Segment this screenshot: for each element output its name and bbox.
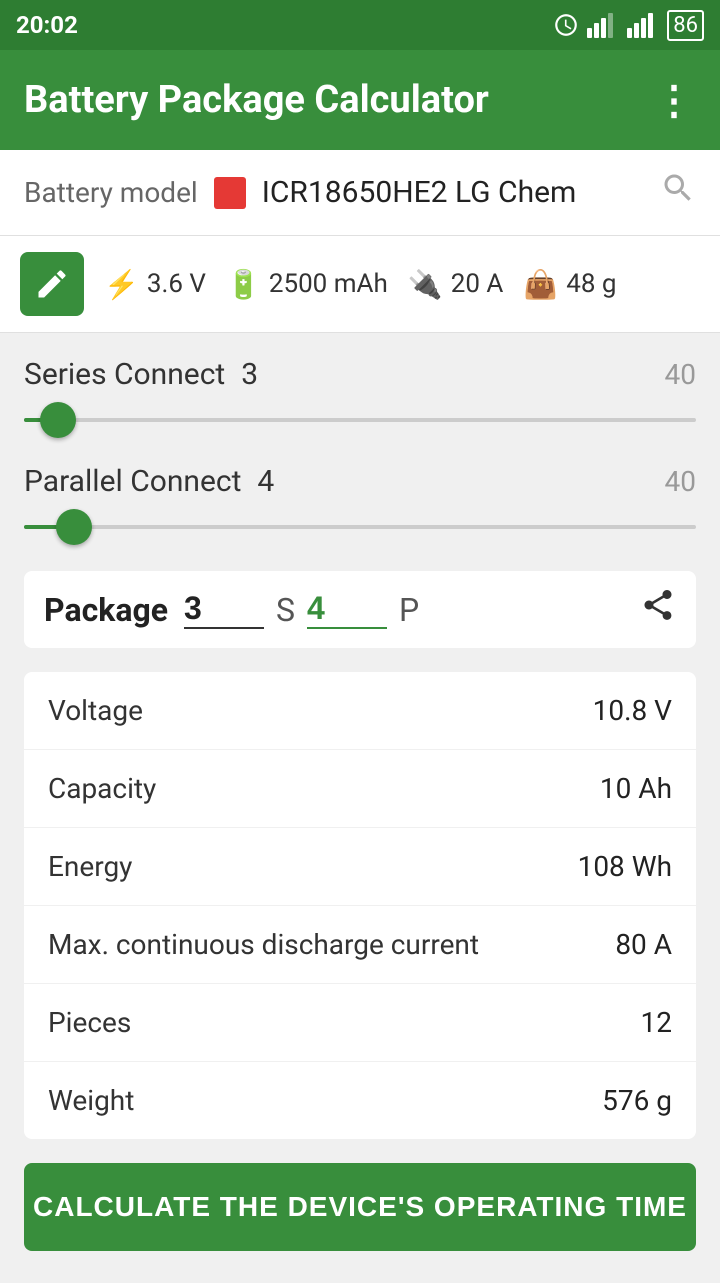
series-connect-row: Series Connect 3 40 <box>24 357 696 440</box>
alarm-icon <box>553 12 579 38</box>
result-row: Capacity 10 Ah <box>24 750 696 828</box>
calculate-button[interactable]: CALCULATE THE DEVICE'S OPERATING TIME <box>24 1163 696 1251</box>
voltage-value: 3.6 V <box>147 269 206 299</box>
voltage-icon: ⚡ <box>104 268 139 301</box>
results-section: Voltage 10.8 V Capacity 10 Ah Energy 108 Wh Ma… <box>24 672 696 1139</box>
parallel-slider-track <box>24 525 696 529</box>
result-label: Pieces <box>48 1006 131 1039</box>
parallel-max: 40 <box>665 465 696 498</box>
spec-weight: 👜 48 g <box>523 268 616 301</box>
app-bar: Battery Package Calculator ⋮ <box>0 50 720 150</box>
current-value: 20 A <box>451 269 504 299</box>
spec-voltage: ⚡ 3.6 V <box>104 268 206 301</box>
model-name: ICR18650HE2 LG Chem <box>262 175 644 210</box>
result-row: Voltage 10.8 V <box>24 672 696 750</box>
series-label: Series Connect <box>24 357 225 392</box>
package-p-sep: P <box>399 591 419 629</box>
charge-icon: 🔌 <box>408 268 443 301</box>
main-content: Series Connect 3 40 Parallel Connect 4 4… <box>0 333 720 1283</box>
signal-icon <box>587 12 619 38</box>
result-row: Energy 108 Wh <box>24 828 696 906</box>
result-value: 10 Ah <box>600 772 672 805</box>
package-series-input[interactable]: 3 <box>184 590 264 629</box>
status-time: 20:02 <box>16 11 78 39</box>
share-button[interactable] <box>640 587 676 632</box>
result-value: 10.8 V <box>593 694 672 727</box>
parallel-value: 4 <box>257 464 274 499</box>
series-slider-thumb[interactable] <box>40 402 76 438</box>
package-s-sep: S <box>276 591 295 629</box>
app-menu-button[interactable]: ⋮ <box>654 77 696 124</box>
capacity-value: 2500 mAh <box>269 269 388 299</box>
result-value: 576 g <box>602 1084 672 1117</box>
status-icons: 86 <box>553 10 704 41</box>
weight-icon: 👜 <box>523 268 558 301</box>
parallel-slider-container[interactable] <box>24 507 696 547</box>
parallel-connect-row: Parallel Connect 4 40 <box>24 464 696 547</box>
model-color-swatch <box>214 177 246 209</box>
series-slider-track <box>24 418 696 422</box>
specs-row: ⚡ 3.6 V 🔋 2500 mAh 🔌 20 A 👜 48 g <box>0 236 720 333</box>
result-value: 80 A <box>615 928 672 961</box>
spec-current: 🔌 20 A <box>408 268 504 301</box>
model-label: Battery model <box>24 176 198 209</box>
search-button[interactable] <box>660 170 696 215</box>
result-row: Pieces 12 <box>24 984 696 1062</box>
result-value: 12 <box>641 1006 672 1039</box>
battery-model-row: Battery model ICR18650HE2 LG Chem <box>0 150 720 236</box>
weight-value: 48 g <box>566 269 616 299</box>
parallel-slider-thumb[interactable] <box>56 509 92 545</box>
result-label: Voltage <box>48 694 143 727</box>
result-value: 108 Wh <box>578 850 672 883</box>
result-row: Max. continuous discharge current 80 A <box>24 906 696 984</box>
status-bar: 20:02 86 <box>0 0 720 50</box>
result-label: Max. continuous discharge current <box>48 928 479 961</box>
package-row: Package 3 S 4 P <box>24 571 696 648</box>
series-max: 40 <box>665 358 696 391</box>
edit-button[interactable] <box>20 252 84 316</box>
series-slider-container[interactable] <box>24 400 696 440</box>
series-value: 3 <box>241 357 258 392</box>
result-label: Weight <box>48 1084 134 1117</box>
battery-icon: 🔋 <box>226 268 261 301</box>
signal2-icon <box>627 12 659 38</box>
spec-capacity: 🔋 2500 mAh <box>226 268 388 301</box>
parallel-label: Parallel Connect <box>24 464 241 499</box>
result-row: Weight 576 g <box>24 1062 696 1139</box>
package-label: Package <box>44 591 168 629</box>
battery-percent: 86 <box>673 13 698 38</box>
app-title: Battery Package Calculator <box>24 78 489 122</box>
result-label: Capacity <box>48 772 156 805</box>
result-label: Energy <box>48 850 132 883</box>
package-parallel-input[interactable]: 4 <box>307 590 387 629</box>
battery-indicator: 86 <box>667 10 704 41</box>
